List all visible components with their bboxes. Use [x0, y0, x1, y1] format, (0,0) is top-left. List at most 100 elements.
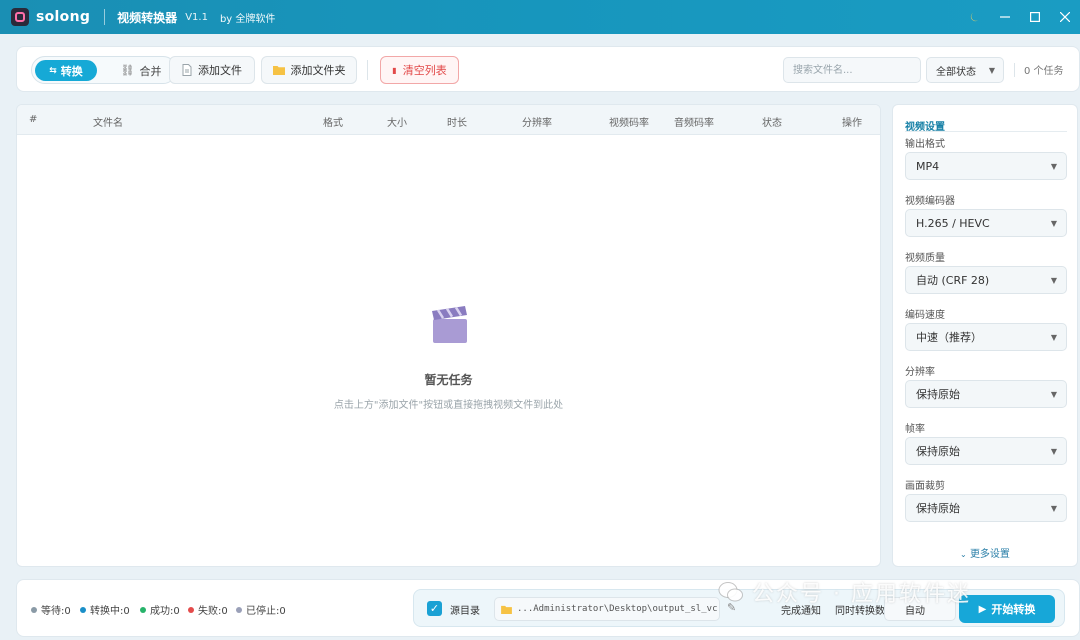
empty-state-title: 暂无任务 [424, 373, 473, 387]
mode-convert-button[interactable]: ⇆ 转换 [35, 60, 97, 81]
chevron-down-icon: ▼ [1050, 276, 1057, 285]
column-size: 大小 [387, 118, 407, 129]
output-format-label: 输出格式 [905, 139, 945, 150]
encode-speed-label: 编码速度 [905, 310, 945, 321]
add-file-label: 添加文件 [198, 64, 242, 77]
status-dot [140, 606, 146, 613]
column-duration: 时长 [447, 118, 467, 129]
task-divider [1014, 63, 1015, 77]
status-filter-select[interactable]: 全部状态 ▼ [926, 57, 1004, 83]
chevron-down-icon: ▼ [1050, 162, 1057, 171]
status-filter-value: 全部状态 [936, 66, 976, 78]
mode-convert-label: 转换 [60, 64, 83, 78]
chevron-down-icon: ▼ [988, 66, 995, 75]
start-convert-button[interactable]: ▶ 开始转换 [959, 595, 1055, 623]
clear-list-button[interactable]: ▮ 清空列表 [380, 56, 459, 84]
column-format: 格式 [323, 118, 343, 129]
stat-failed: 失败:0 [188, 602, 228, 617]
video-quality-label: 视频质量 [905, 253, 945, 264]
status-dot [80, 606, 86, 613]
status-dot [31, 606, 37, 613]
check-icon: ✓ [429, 602, 440, 615]
column-status: 状态 [762, 118, 782, 129]
file-icon [182, 64, 192, 76]
add-file-button[interactable]: 添加文件 [169, 56, 255, 84]
app-title: 视频转换器 [117, 10, 178, 25]
chevron-down-icon: ▼ [1050, 333, 1057, 342]
frame-rate-label: 帧率 [905, 424, 925, 435]
column-filename: 文件名 [93, 118, 123, 129]
stat-success: 成功:0 [140, 602, 180, 617]
column-actions: 操作 [842, 118, 862, 129]
crop-select[interactable]: 保持原始 ▼ [905, 494, 1067, 522]
app-version: V1.1 [185, 11, 208, 23]
toolbar-divider [367, 60, 368, 80]
resolution-select[interactable]: 保持原始 ▼ [905, 380, 1067, 408]
more-settings-label: 更多设置 [969, 549, 1010, 560]
stat-success-label: 成功:0 [150, 606, 180, 617]
add-folder-label: 添加文件夹 [290, 64, 346, 77]
stat-stopped: 已停止:0 [236, 602, 286, 617]
column-audio-bitrate: 音频码率 [674, 118, 714, 129]
crop-label: 画面裁剪 [905, 481, 945, 492]
frame-rate-value: 保持原始 [916, 445, 960, 458]
close-button[interactable] [1050, 0, 1080, 34]
app-logo-icon [11, 8, 29, 26]
video-quality-select[interactable]: 自动 (CRF 28) ▼ [905, 266, 1067, 294]
search-input[interactable] [783, 57, 921, 83]
chevron-down-icon: ⌄ [960, 550, 967, 559]
mode-merge-label: 合并 [139, 64, 162, 78]
play-icon: ▶ [978, 603, 987, 615]
encode-speed-value: 中速（推荐） [916, 331, 982, 344]
output-format-select[interactable]: MP4 ▼ [905, 152, 1067, 180]
title-bar: solong 视频转换器 V1.1 by 全牌软件 [0, 0, 1080, 34]
output-format-value: MP4 [916, 159, 940, 173]
resolution-value: 保持原始 [916, 388, 960, 401]
folder-icon [272, 66, 285, 75]
theme-toggle-button[interactable] [960, 0, 990, 34]
encode-speed-select[interactable]: 中速（推荐） ▼ [905, 323, 1067, 351]
mode-switch: ⇆ 转换 ⛓ 合并 [31, 56, 177, 84]
table-header: # 文件名 格式 大小 时长 分辨率 视频码率 音频码率 状态 操作 [17, 105, 880, 135]
clapperboard-icon [432, 306, 467, 343]
output-path-value: ...Administrator\Desktop\output_sl_vc [517, 604, 718, 614]
empty-state-hint: 点击上方"添加文件"按钮或直接拖拽视频文件到此处 [333, 400, 564, 411]
column-video-bitrate: 视频码率 [609, 118, 649, 129]
video-settings-panel: 视频设置 输出格式 MP4 ▼ 视频编码器 H.265 / HEVC ▼ 视频质… [892, 104, 1078, 567]
chevron-down-icon: ▼ [1050, 390, 1057, 399]
watermark: 公众号 · 应用软件迷 [718, 576, 971, 608]
stat-waiting-label: 等待:0 [41, 606, 71, 617]
close-icon [1060, 12, 1070, 22]
stat-converting-label: 转换中:0 [90, 606, 130, 617]
source-dir-checkbox[interactable]: ✓ [427, 601, 442, 616]
mode-merge-button[interactable]: ⛓ 合并 [110, 60, 172, 81]
task-table: # 文件名 格式 大小 时长 分辨率 视频码率 音频码率 状态 操作 暂无任务 … [16, 104, 881, 567]
stat-failed-label: 失败:0 [198, 606, 228, 617]
video-encoder-value: H.265 / HEVC [916, 216, 990, 230]
resolution-label: 分辨率 [905, 367, 935, 378]
start-convert-label: 开始转换 [991, 603, 1036, 616]
stat-stopped-label: 已停止:0 [246, 606, 286, 617]
output-path-field[interactable]: ...Administrator\Desktop\output_sl_vc [494, 597, 720, 621]
brand-name: solong [36, 9, 91, 25]
status-dot [236, 606, 242, 613]
status-dot [188, 606, 194, 613]
video-encoder-select[interactable]: H.265 / HEVC ▼ [905, 209, 1067, 237]
minimize-icon [1000, 16, 1010, 18]
maximize-button[interactable] [1020, 0, 1050, 34]
frame-rate-select[interactable]: 保持原始 ▼ [905, 437, 1067, 465]
task-count: 0 个任务 [1024, 66, 1064, 77]
more-settings-link[interactable]: ⌄ 更多设置 [893, 545, 1077, 560]
wechat-icon [718, 582, 743, 602]
watermark-text: 公众号 · 应用软件迷 [752, 582, 971, 607]
column-index: # [29, 114, 38, 125]
clear-list-label: 清空列表 [402, 64, 447, 77]
add-folder-button[interactable]: 添加文件夹 [261, 56, 357, 84]
source-dir-label: 源目录 [450, 606, 480, 617]
trash-icon: ▮ [392, 65, 397, 75]
maximize-icon [1030, 12, 1040, 22]
chevron-down-icon: ▼ [1050, 504, 1057, 513]
stat-converting: 转换中:0 [80, 602, 130, 617]
video-encoder-label: 视频编码器 [905, 196, 955, 207]
minimize-button[interactable] [990, 0, 1020, 34]
